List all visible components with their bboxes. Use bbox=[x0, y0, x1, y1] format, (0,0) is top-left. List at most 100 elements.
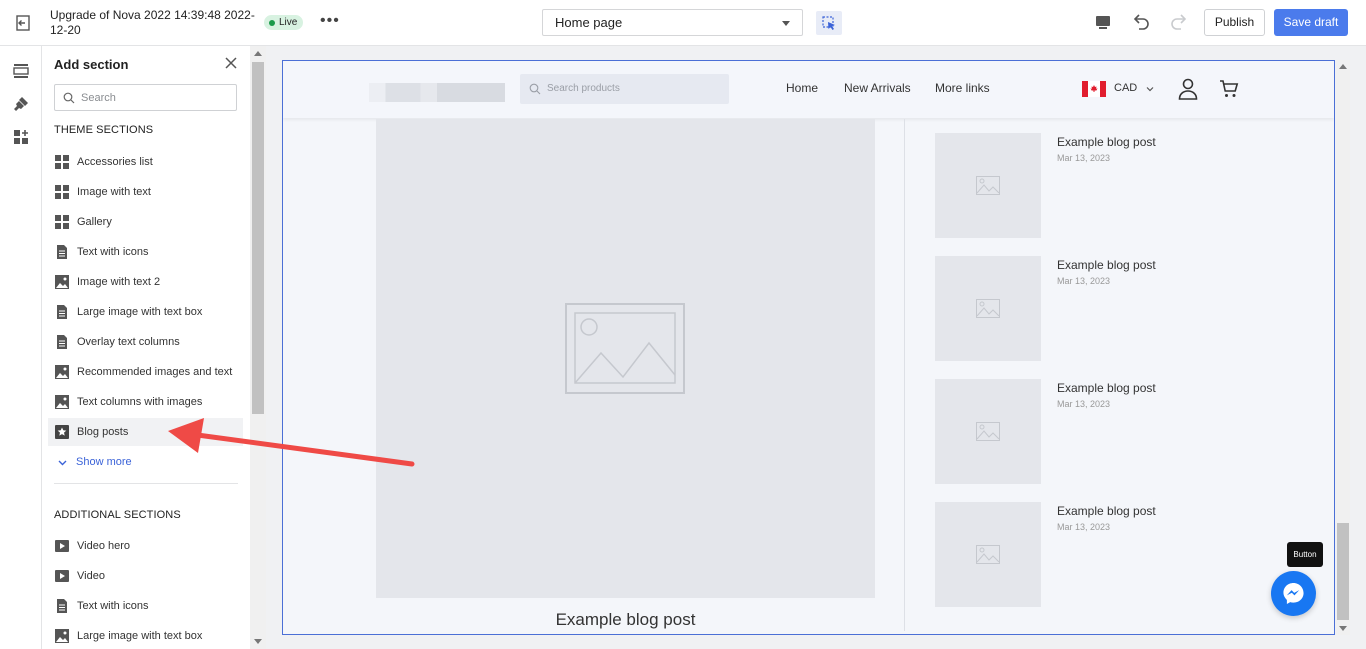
section-item-gallery[interactable]: Gallery bbox=[48, 208, 243, 236]
image-placeholder-icon bbox=[976, 176, 1000, 195]
post-thumbnail[interactable] bbox=[935, 256, 1041, 361]
section-item-text-with-icons-additional[interactable]: Text with icons bbox=[48, 592, 243, 620]
section-item-video-hero[interactable]: Video hero bbox=[48, 532, 243, 560]
store-header: Search products Home New Arrivals More l… bbox=[283, 61, 1334, 118]
cart-icon[interactable] bbox=[1219, 79, 1239, 99]
messenger-chat-button[interactable] bbox=[1271, 571, 1316, 616]
button-tooltip: Button bbox=[1287, 542, 1323, 567]
featured-post-image[interactable] bbox=[376, 119, 875, 598]
section-item-video[interactable]: Video bbox=[48, 562, 243, 590]
desktop-icon[interactable] bbox=[1093, 12, 1113, 32]
more-options-icon[interactable]: ••• bbox=[320, 12, 340, 30]
scroll-up-icon[interactable] bbox=[1339, 64, 1347, 69]
section-item-label: Text with icons bbox=[77, 246, 149, 258]
play-icon bbox=[55, 540, 69, 552]
section-item-large-image-with-text-box-additional[interactable]: Large image with text box bbox=[48, 622, 243, 649]
store-search-input[interactable]: Search products bbox=[520, 74, 729, 104]
chevron-down-icon[interactable] bbox=[1146, 85, 1154, 93]
section-item-overlay-text-columns[interactable]: Overlay text columns bbox=[48, 328, 243, 356]
undo-icon[interactable] bbox=[1131, 12, 1151, 32]
section-item-image-with-text-2[interactable]: Image with text 2 bbox=[48, 268, 243, 296]
apps-icon[interactable] bbox=[12, 128, 30, 146]
section-item-label: Video bbox=[77, 570, 105, 582]
live-dot-icon bbox=[269, 19, 275, 26]
messenger-icon bbox=[1283, 582, 1304, 605]
section-item-accessories-list[interactable]: Accessories list bbox=[48, 148, 243, 176]
scrollbar-thumb[interactable] bbox=[1337, 523, 1349, 620]
grid-icon bbox=[55, 215, 69, 229]
section-item-label: Recommended images and text bbox=[77, 366, 233, 378]
image-icon bbox=[55, 275, 69, 289]
post-thumbnail[interactable] bbox=[935, 502, 1041, 607]
image-icon bbox=[55, 365, 69, 379]
post-thumbnail[interactable] bbox=[935, 379, 1041, 484]
play-icon bbox=[55, 570, 69, 582]
scroll-down-icon[interactable] bbox=[1339, 626, 1347, 631]
cursor-select-icon bbox=[822, 16, 835, 30]
panel-title: Add section bbox=[54, 57, 129, 72]
sections-icon[interactable] bbox=[12, 62, 30, 80]
status-badge: Live bbox=[264, 15, 304, 30]
scroll-up-icon[interactable] bbox=[254, 51, 262, 56]
scroll-down-icon[interactable] bbox=[254, 639, 262, 644]
featured-post-title[interactable]: Example blog post bbox=[376, 610, 875, 630]
panel-scrollbar[interactable] bbox=[250, 46, 266, 649]
document-icon bbox=[57, 335, 67, 349]
save-draft-button[interactable]: Save draft bbox=[1274, 9, 1348, 36]
nav-link-home[interactable]: Home bbox=[786, 81, 818, 95]
section-item-label: Image with text 2 bbox=[77, 276, 161, 288]
scrollbar-thumb[interactable] bbox=[252, 62, 264, 414]
store-logo[interactable] bbox=[369, 83, 505, 102]
post-title[interactable]: Example blog post bbox=[1057, 135, 1156, 149]
section-item-recommended-images-and-text[interactable]: Recommended images and text bbox=[48, 358, 243, 386]
search-icon bbox=[529, 83, 541, 95]
account-icon[interactable] bbox=[1178, 78, 1198, 100]
page-selector[interactable]: Home page bbox=[542, 9, 803, 36]
post-thumbnail[interactable] bbox=[935, 133, 1041, 238]
section-item-label: Text with icons bbox=[77, 600, 149, 612]
nav-link-new-arrivals[interactable]: New Arrivals bbox=[844, 81, 911, 95]
additional-sections-heading: ADDITIONAL SECTIONS bbox=[54, 509, 181, 521]
blog-post-card[interactable]: Example blog post Mar 13, 2023 bbox=[935, 256, 1334, 361]
blog-post-card[interactable]: Example blog post Mar 13, 2023 bbox=[935, 133, 1334, 238]
post-date: Mar 13, 2023 bbox=[1057, 153, 1111, 163]
divider bbox=[54, 483, 238, 484]
store-search-placeholder: Search products bbox=[547, 83, 620, 94]
section-item-large-image-with-text-box[interactable]: Large image with text box bbox=[48, 298, 243, 326]
preview-scrollbar[interactable] bbox=[1336, 60, 1350, 635]
annotation-arrow bbox=[168, 418, 415, 467]
close-icon[interactable] bbox=[224, 56, 238, 70]
post-title[interactable]: Example blog post bbox=[1057, 258, 1156, 272]
canada-flag-icon[interactable] bbox=[1082, 81, 1106, 97]
post-date: Mar 13, 2023 bbox=[1057, 276, 1111, 286]
chevron-down-icon bbox=[58, 460, 67, 465]
nav-link-more-links[interactable]: More links bbox=[935, 81, 990, 95]
redo-icon[interactable] bbox=[1169, 12, 1189, 32]
section-item-text-columns-with-images[interactable]: Text columns with images bbox=[48, 388, 243, 416]
post-title[interactable]: Example blog post bbox=[1057, 381, 1156, 395]
document-icon bbox=[57, 305, 67, 319]
post-title[interactable]: Example blog post bbox=[1057, 504, 1156, 518]
theme-style-brush-icon[interactable] bbox=[12, 95, 30, 113]
currency-selector[interactable]: CAD bbox=[1114, 82, 1137, 94]
left-rail bbox=[0, 46, 42, 649]
theme-sections-heading: THEME SECTIONS bbox=[54, 124, 154, 136]
search-input[interactable] bbox=[81, 89, 231, 107]
search-icon bbox=[63, 92, 75, 104]
post-date: Mar 13, 2023 bbox=[1057, 522, 1111, 532]
section-item-text-with-icons[interactable]: Text with icons bbox=[48, 238, 243, 266]
exit-icon[interactable] bbox=[14, 14, 32, 32]
blog-post-card[interactable]: Example blog post Mar 13, 2023 bbox=[935, 379, 1334, 484]
section-item-image-with-text[interactable]: Image with text bbox=[48, 178, 243, 206]
document-icon bbox=[57, 599, 67, 613]
publish-button[interactable]: Publish bbox=[1204, 9, 1265, 36]
chevron-down-icon bbox=[782, 21, 790, 26]
image-placeholder-icon bbox=[976, 299, 1000, 318]
section-item-label: Image with text bbox=[77, 186, 151, 198]
select-element-button[interactable] bbox=[816, 11, 842, 35]
section-item-label: Accessories list bbox=[77, 156, 153, 168]
show-more-button[interactable]: Show more bbox=[58, 456, 132, 468]
image-icon bbox=[55, 395, 69, 409]
page-selector-value: Home page bbox=[555, 15, 623, 30]
bookmark-star-icon bbox=[55, 425, 69, 439]
